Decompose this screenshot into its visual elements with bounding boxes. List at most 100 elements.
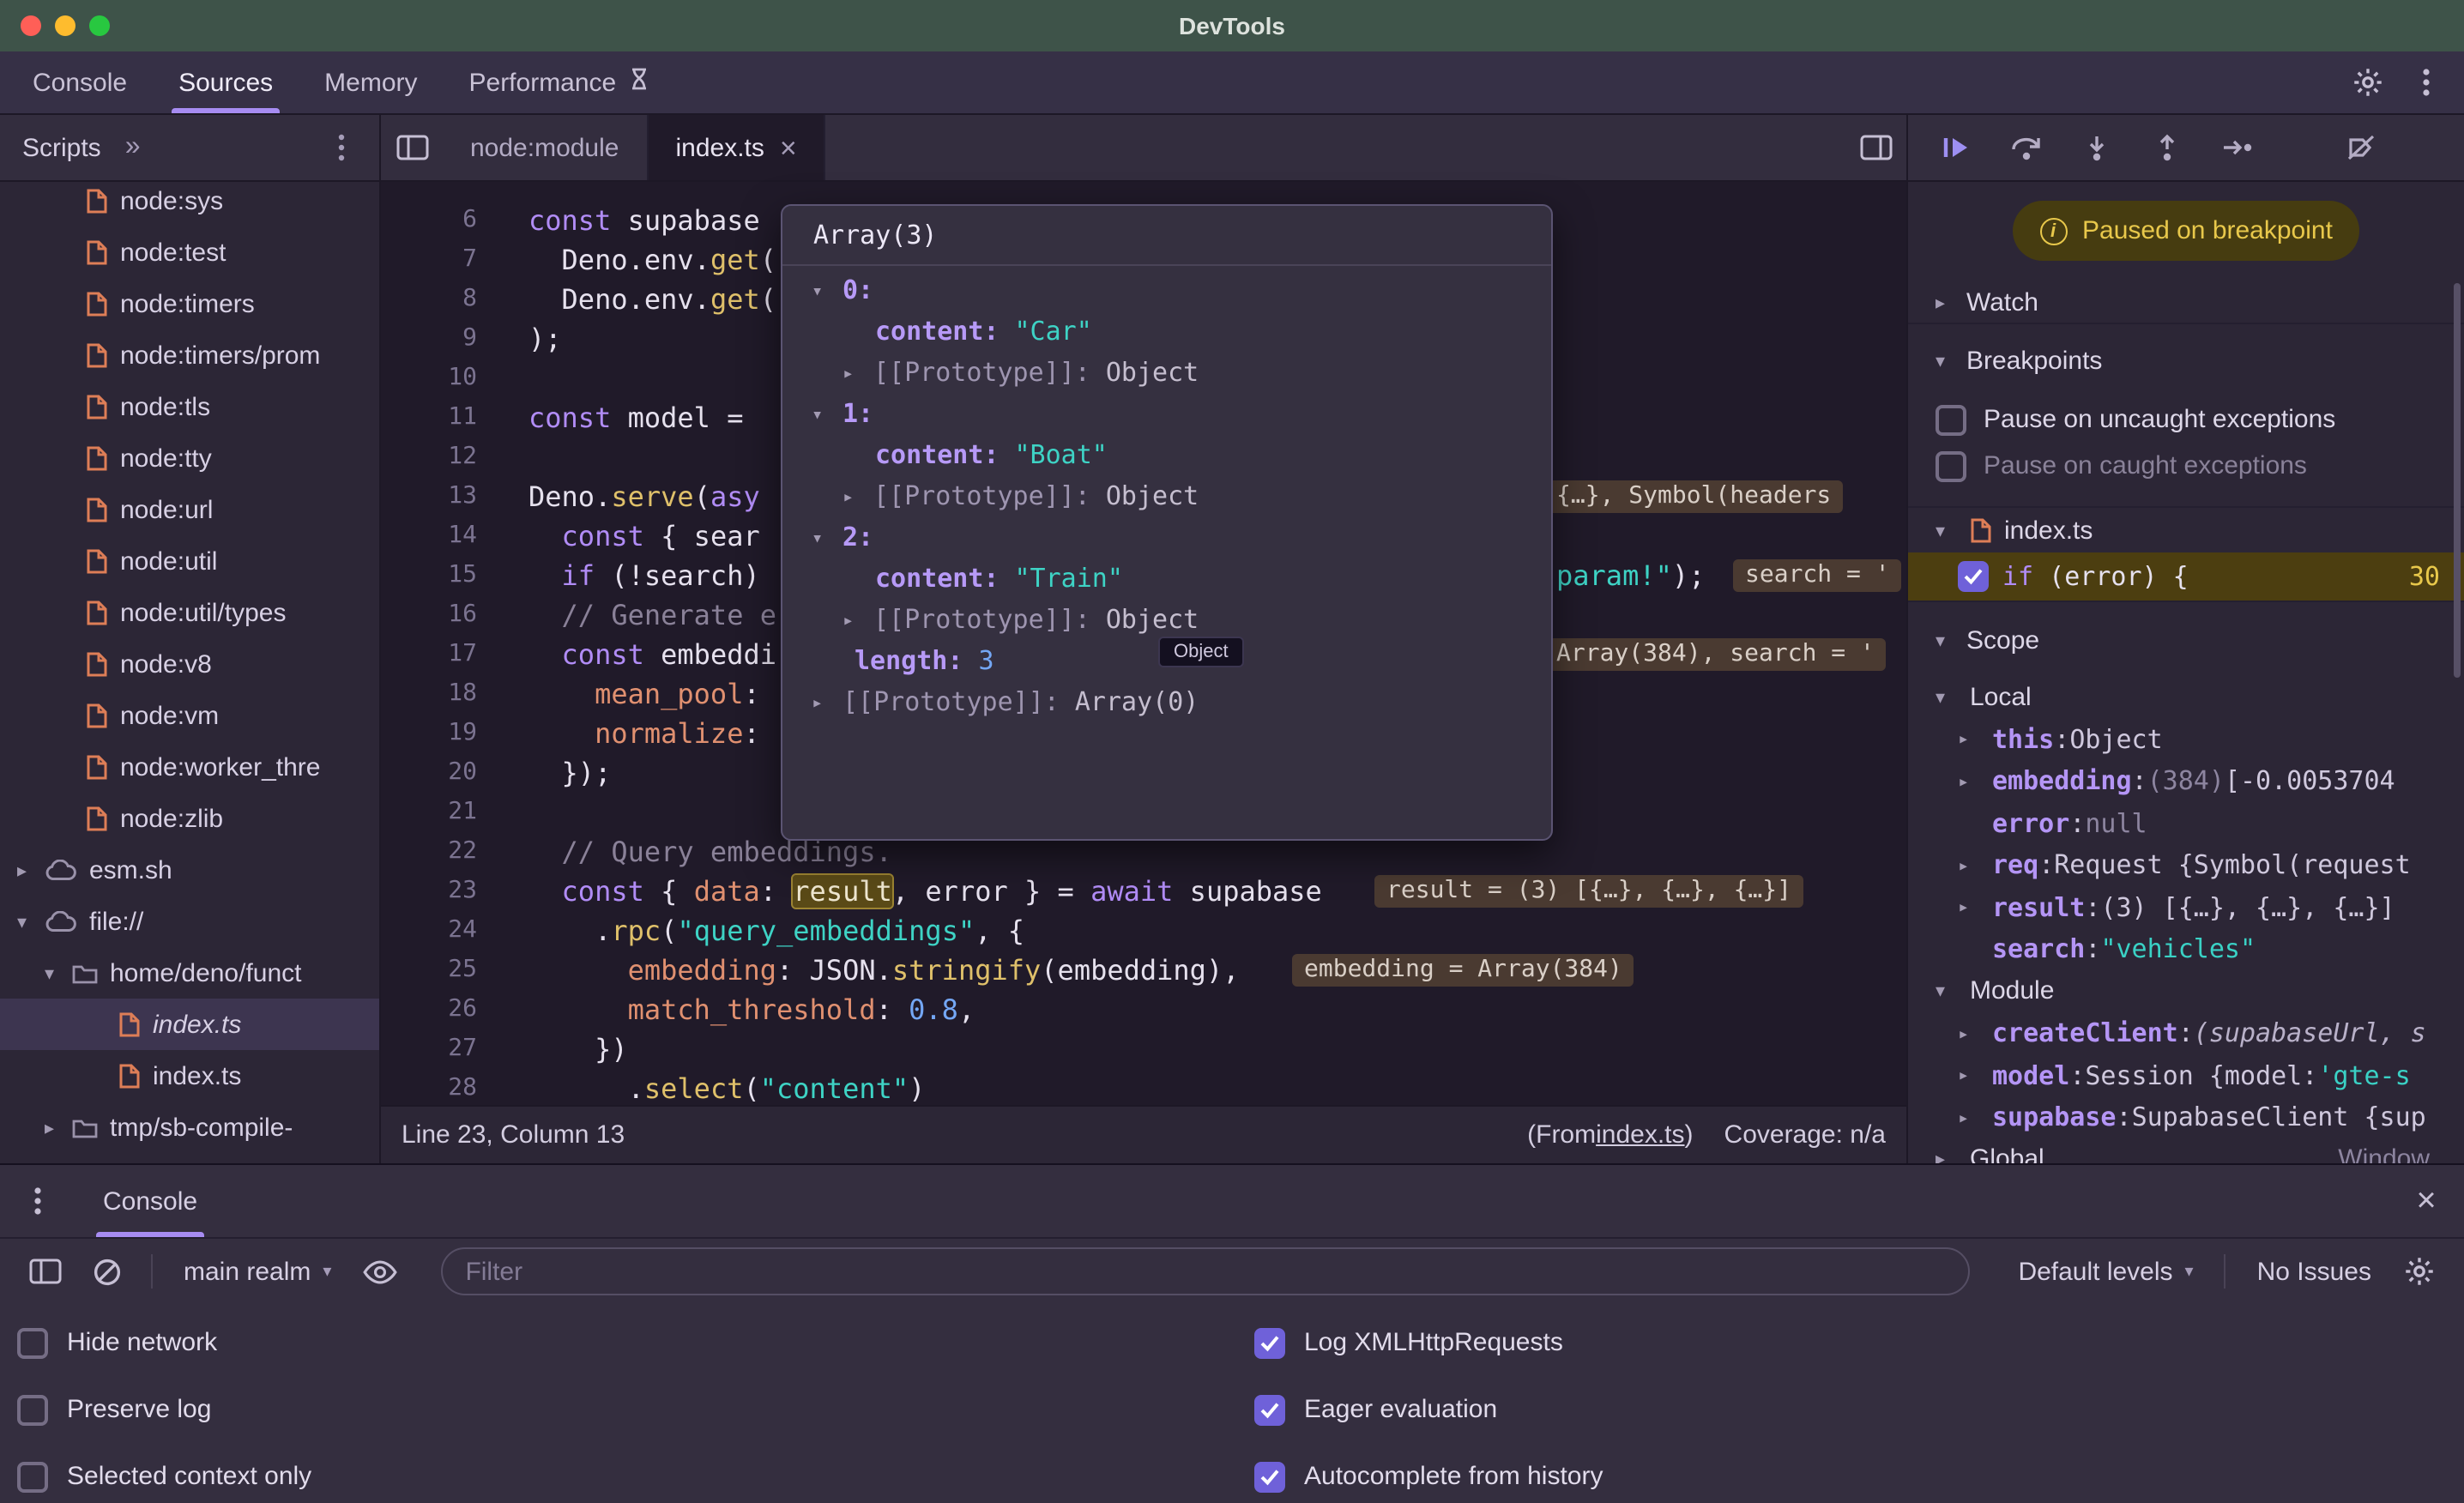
file-tree-item[interactable]: node:timers — [0, 278, 379, 329]
scope-section[interactable]: ▸GlobalWindow — [1908, 1138, 2464, 1163]
breakpoint-file-group[interactable]: ▾ index.ts — [1908, 508, 2464, 552]
tab-sources[interactable]: Sources — [153, 51, 299, 113]
scope-section[interactable]: ▾Module — [1908, 970, 2464, 1012]
step-out-button[interactable] — [2147, 127, 2188, 168]
expander-arrow-icon[interactable]: ▸ — [1958, 896, 1992, 919]
file-tree-item[interactable]: index.ts — [0, 999, 379, 1050]
editor-tab-index-ts[interactable]: index.ts × — [648, 115, 825, 180]
file-link[interactable]: index.ts — [1596, 1120, 1684, 1150]
step-into-button[interactable] — [2076, 127, 2117, 168]
line-number[interactable]: 16 — [381, 595, 477, 635]
close-tab-icon[interactable]: × — [780, 133, 797, 162]
expander-arrow-icon[interactable]: ▸ — [842, 361, 873, 383]
line-number[interactable]: 17 — [381, 635, 477, 674]
line-number[interactable]: 23 — [381, 872, 477, 911]
line-number[interactable]: 28 — [381, 1069, 477, 1105]
expander-arrow-icon[interactable]: ▾ — [1936, 686, 1970, 709]
line-number[interactable]: 13 — [381, 477, 477, 516]
deactivate-breakpoints-button[interactable] — [2340, 127, 2382, 168]
expander-arrow-icon[interactable]: ▸ — [1936, 291, 1966, 313]
tab-memory[interactable]: Memory — [299, 51, 443, 113]
resume-button[interactable] — [1936, 127, 1977, 168]
tab-performance[interactable]: Performance — [444, 51, 677, 113]
file-tree-item[interactable]: node:util — [0, 535, 379, 587]
checkbox[interactable] — [1936, 404, 1966, 435]
navigator-toggle-button[interactable] — [388, 124, 436, 172]
navigator-tab-scripts[interactable]: Scripts — [22, 133, 101, 162]
console-sidebar-toggle-button[interactable] — [21, 1247, 69, 1295]
file-tree-item[interactable]: index.ts — [0, 1050, 379, 1102]
editor-tab-node-module[interactable]: node:module — [443, 115, 648, 180]
kebab-menu-icon[interactable] — [2402, 58, 2450, 106]
checkbox[interactable] — [17, 1461, 48, 1492]
line-number[interactable]: 24 — [381, 911, 477, 951]
file-tree-item[interactable]: node:tty — [0, 432, 379, 484]
filter-input[interactable] — [441, 1247, 1970, 1295]
expander-arrow-icon[interactable]: ▸ — [1958, 854, 1992, 877]
expander-arrow-icon[interactable]: ▸ — [1958, 1023, 1992, 1045]
line-number[interactable]: 7 — [381, 240, 477, 280]
expander-arrow-icon[interactable]: ▸ — [1958, 770, 1992, 793]
clear-console-button[interactable] — [82, 1247, 130, 1295]
file-tree-item[interactable]: node:tls — [0, 381, 379, 432]
section-scope[interactable]: ▾ Scope — [1908, 619, 2464, 661]
drawer-kebab-button[interactable] — [14, 1177, 62, 1225]
file-tree-item[interactable]: node:sys — [0, 175, 379, 226]
file-tree-item[interactable]: node:test — [0, 226, 379, 278]
file-tree-item[interactable]: ▸tmp/sb-compile- — [0, 1102, 379, 1153]
line-number[interactable]: 9 — [381, 319, 477, 359]
log-level-selector[interactable]: Default levels ▾ — [2008, 1257, 2203, 1286]
section-watch[interactable]: ▸ Watch — [1908, 281, 2464, 324]
line-number[interactable]: 25 — [381, 951, 477, 990]
checkbox[interactable] — [17, 1394, 48, 1425]
expander-arrow-icon[interactable]: ▸ — [1958, 1065, 1992, 1087]
drawer-tab-console[interactable]: Console — [75, 1165, 225, 1237]
issues-counter[interactable]: No Issues — [2247, 1257, 2382, 1286]
line-number[interactable]: 18 — [381, 674, 477, 714]
expander-arrow-icon[interactable]: ▾ — [1936, 519, 1966, 541]
file-tree-item[interactable]: ▾file:// — [0, 896, 379, 947]
expander-arrow-icon[interactable]: ▸ — [842, 485, 873, 507]
line-number[interactable]: 10 — [381, 359, 477, 398]
more-tabs-icon[interactable]: » — [125, 132, 141, 163]
tab-console[interactable]: Console — [7, 51, 153, 113]
expander-arrow-icon[interactable]: ▸ — [842, 608, 873, 631]
breakpoint-entry[interactable]: if (error) {30 — [1908, 552, 2464, 601]
line-number[interactable]: 11 — [381, 398, 477, 438]
file-tree-item[interactable]: node:worker_thre — [0, 741, 379, 793]
file-tree-item[interactable]: ▸esm.sh — [0, 844, 379, 896]
scrollbar[interactable] — [2454, 283, 2461, 678]
expander-arrow-icon[interactable]: ▾ — [1936, 981, 1970, 1003]
expander-arrow-icon[interactable]: ▾ — [17, 910, 45, 933]
debugger-panel-toggle-button[interactable] — [1851, 124, 1899, 172]
expander-arrow-icon[interactable]: ▾ — [812, 279, 842, 301]
live-expression-button[interactable] — [355, 1247, 403, 1295]
expander-arrow-icon[interactable]: ▸ — [1958, 728, 1992, 751]
scope-section[interactable]: ▾Local — [1908, 676, 2464, 718]
line-number[interactable]: 12 — [381, 438, 477, 477]
file-tree-item[interactable]: node:util/types — [0, 587, 379, 638]
execution-context-selector[interactable]: main realm ▾ — [173, 1257, 341, 1286]
expander-arrow-icon[interactable]: ▸ — [45, 1116, 72, 1138]
expander-arrow-icon[interactable]: ▾ — [45, 962, 72, 984]
file-tree-item[interactable]: node:url — [0, 484, 379, 535]
line-number[interactable]: 6 — [381, 201, 477, 240]
console-settings-button[interactable] — [2395, 1247, 2443, 1295]
settings-gear-button[interactable] — [2344, 58, 2392, 106]
file-tree-item[interactable]: ▾home/deno/funct — [0, 947, 379, 999]
checkbox[interactable] — [1254, 1461, 1285, 1492]
expander-arrow-icon[interactable]: ▸ — [812, 691, 842, 713]
checkbox[interactable] — [1958, 561, 1989, 592]
navigator-menu-button[interactable] — [317, 124, 365, 172]
close-drawer-button[interactable]: × — [2402, 1177, 2450, 1225]
file-tree-item[interactable]: node:timers/prom — [0, 329, 379, 381]
expander-arrow-icon[interactable]: ▾ — [1936, 349, 1966, 371]
line-number[interactable]: 26 — [381, 990, 477, 1029]
line-number[interactable]: 15 — [381, 556, 477, 595]
file-tree-item[interactable]: node:v8 — [0, 638, 379, 690]
expander-arrow-icon[interactable]: ▸ — [1958, 1107, 1992, 1129]
line-number[interactable]: 8 — [381, 280, 477, 319]
step-over-button[interactable] — [2006, 127, 2047, 168]
expander-arrow-icon[interactable]: ▸ — [17, 859, 45, 881]
line-number[interactable]: 20 — [381, 753, 477, 793]
